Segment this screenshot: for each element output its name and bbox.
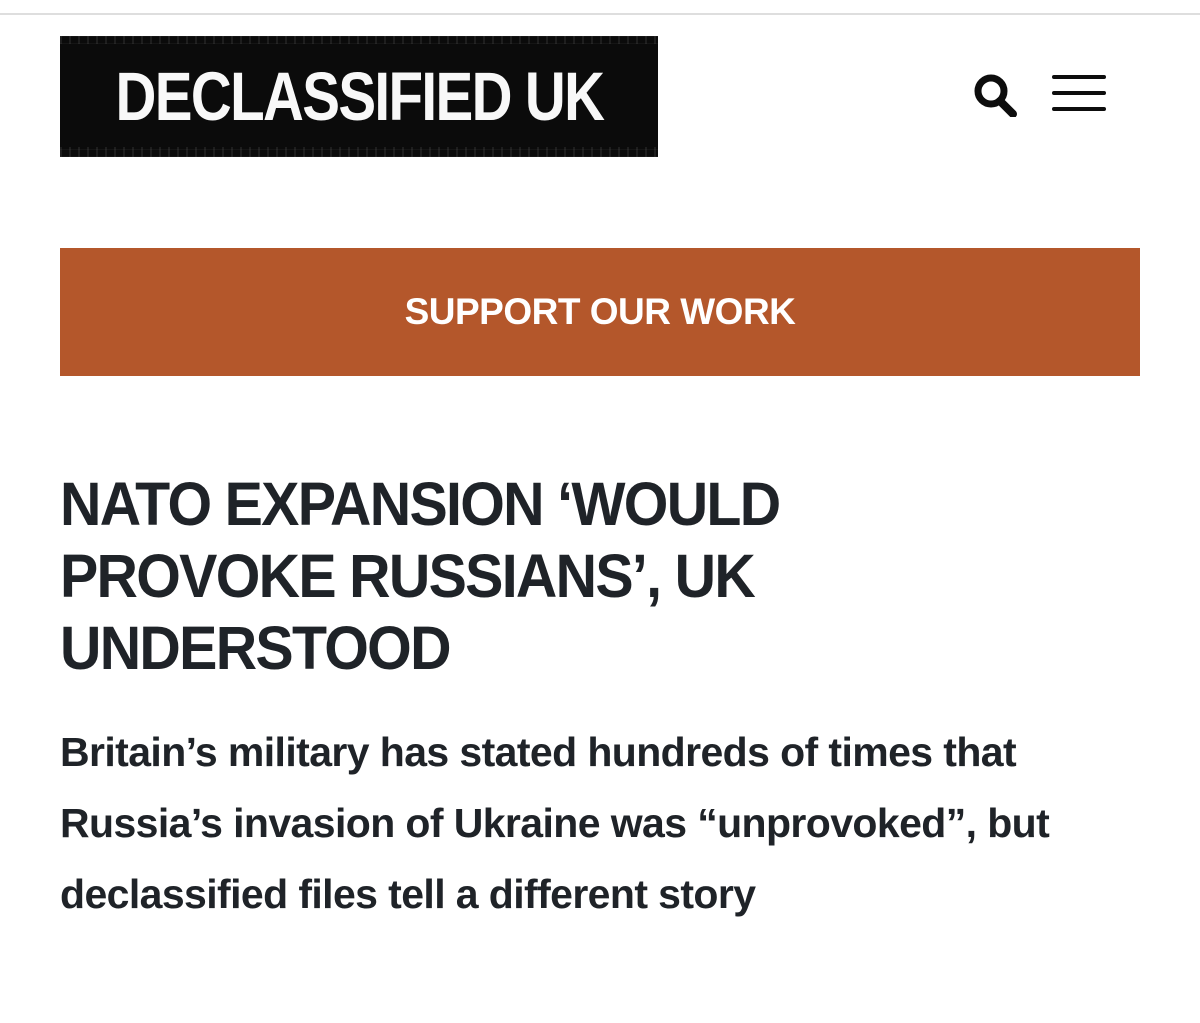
menu-icon[interactable] bbox=[1052, 73, 1106, 113]
header-actions bbox=[970, 68, 1106, 118]
top-divider bbox=[0, 13, 1200, 15]
search-icon[interactable] bbox=[970, 71, 1022, 118]
logo-text: DECLASSIFIED UK bbox=[115, 58, 604, 135]
article-standfirst: Britain’s military has stated hundreds o… bbox=[60, 729, 1050, 917]
article-headline: NATO EXPANSION ‘WOULD PROVOKE RUSSIANS’,… bbox=[60, 470, 781, 682]
support-our-work-button[interactable]: SUPPORT OUR WORK bbox=[60, 248, 1140, 376]
site-logo[interactable]: DECLASSIFIED UK bbox=[60, 36, 658, 157]
